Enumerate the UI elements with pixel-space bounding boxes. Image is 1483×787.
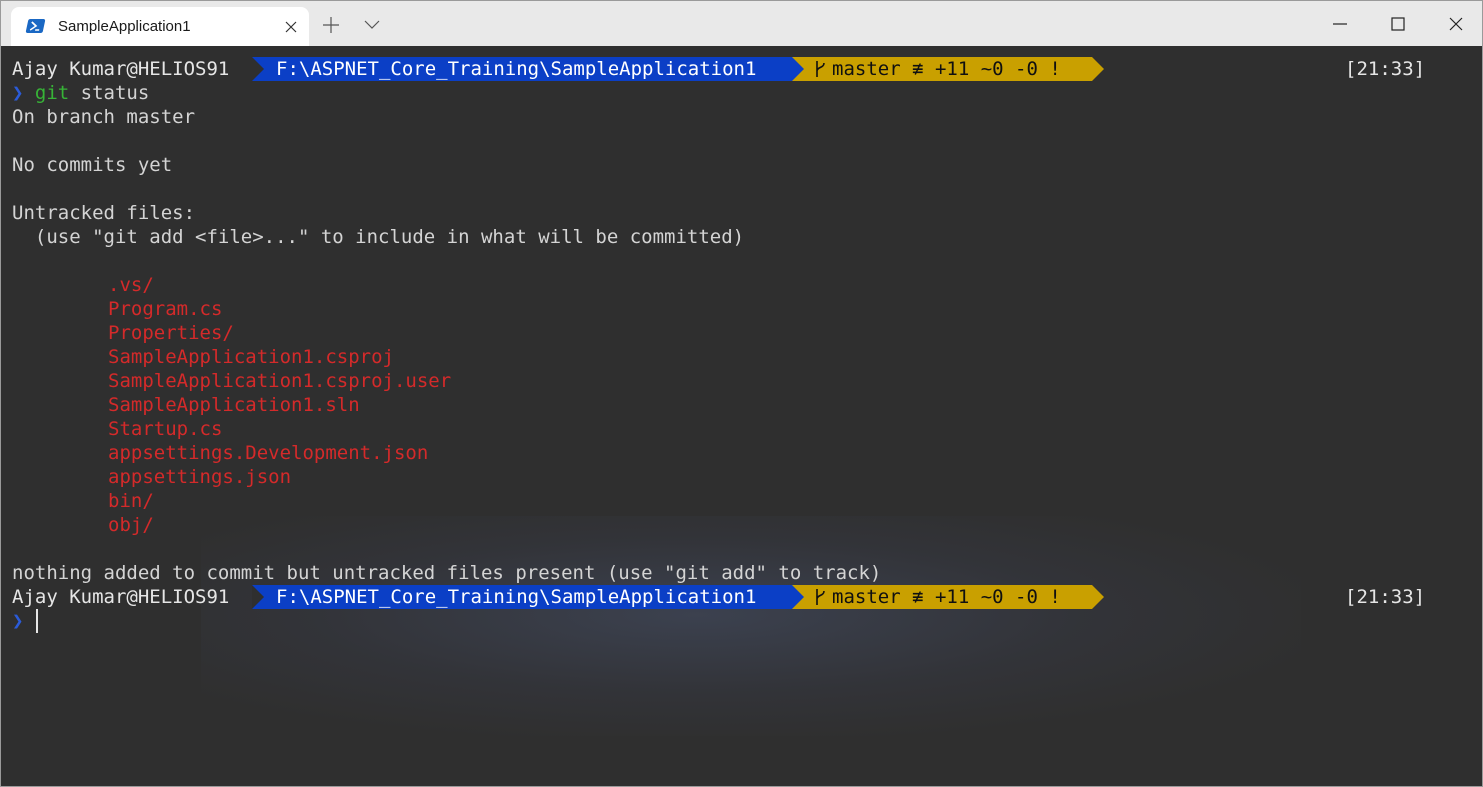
untracked-file: appsettings.json	[108, 466, 292, 488]
text-cursor	[36, 609, 38, 633]
git-branch-icon	[816, 589, 825, 605]
command-name: git	[34, 82, 70, 104]
prompt-user: Ajay Kumar@HELIOS91	[12, 586, 230, 608]
untracked-file: appsettings.Development.json	[108, 442, 429, 464]
segment-separator	[1092, 57, 1104, 81]
terminal-pane[interactable]: Ajay Kumar@HELIOS91 F:\ASPNET_Core_Train…	[1, 46, 1482, 786]
untracked-file: obj/	[108, 514, 154, 536]
title-bar[interactable]: SampleApplication1	[1, 1, 1482, 46]
prompt-user: Ajay Kumar@HELIOS91	[12, 58, 230, 80]
segment-separator	[252, 57, 264, 81]
prompt-git-status: master ≢ +11 ~0 -0 !	[792, 585, 1092, 609]
powershell-icon	[25, 19, 46, 33]
prompt-chevron-icon: ❯	[12, 82, 24, 104]
output-hint: (use "git add <file>..." to include in w…	[12, 226, 745, 248]
untracked-file: Properties/	[108, 322, 234, 344]
git-status-text: master ≢ +11 ~0 -0 !	[832, 58, 1061, 80]
command-args: status	[69, 82, 150, 104]
output-branch: On branch master	[12, 106, 196, 128]
untracked-file: Startup.cs	[108, 418, 223, 440]
minimize-button[interactable]	[1311, 1, 1369, 46]
chevron-down-icon[interactable]	[363, 18, 381, 30]
terminal-window: SampleApplication1 Ajay Kumar@HELIOS91 F…	[0, 0, 1483, 787]
input-line[interactable]: ❯	[12, 609, 23, 633]
tab-title: SampleApplication1	[58, 18, 191, 35]
maximize-button[interactable]	[1369, 1, 1427, 46]
maximize-icon	[1391, 16, 1405, 31]
output-summary: nothing added to commit but untracked fi…	[12, 562, 882, 584]
untracked-file: bin/	[108, 490, 154, 512]
output-untracked-header: Untracked files:	[12, 202, 196, 224]
background-glow	[201, 516, 1301, 736]
segment-separator	[792, 57, 804, 81]
tab-sampleapplication1[interactable]: SampleApplication1	[11, 7, 309, 46]
untracked-file: .vs/	[108, 274, 154, 296]
prompt-git-status: master ≢ +11 ~0 -0 !	[792, 57, 1092, 81]
prompt-path: F:\ASPNET_Core_Training\SampleApplicatio…	[252, 585, 792, 609]
untracked-file: Program.cs	[108, 298, 223, 320]
prompt-time: [21:33]	[1345, 58, 1426, 80]
git-status-text: master ≢ +11 ~0 -0 !	[832, 586, 1061, 608]
prompt-chevron-icon: ❯	[12, 610, 24, 632]
close-tab-icon[interactable]	[283, 19, 299, 35]
segment-separator	[792, 585, 804, 609]
close-icon	[1449, 17, 1463, 30]
untracked-file: SampleApplication1.csproj	[108, 346, 394, 368]
untracked-file: SampleApplication1.csproj.user	[108, 370, 452, 392]
prompt-line: Ajay Kumar@HELIOS91 F:\ASPNET_Core_Train…	[1, 585, 1482, 609]
command-line: ❯ git status	[12, 81, 149, 105]
prompt-time: [21:33]	[1345, 586, 1426, 608]
segment-separator	[252, 585, 264, 609]
plus-icon[interactable]	[321, 15, 341, 35]
untracked-file: SampleApplication1.sln	[108, 394, 360, 416]
minimize-icon	[1333, 22, 1347, 25]
git-branch-icon	[816, 61, 825, 77]
prompt-line: Ajay Kumar@HELIOS91 F:\ASPNET_Core_Train…	[1, 57, 1482, 81]
prompt-path: F:\ASPNET_Core_Training\SampleApplicatio…	[252, 57, 792, 81]
close-button[interactable]	[1427, 1, 1482, 46]
segment-separator	[1092, 585, 1104, 609]
output-no-commits: No commits yet	[12, 154, 173, 176]
